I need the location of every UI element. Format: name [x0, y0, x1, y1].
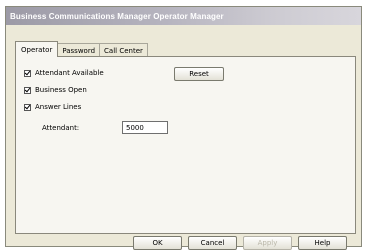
business-open-row[interactable]: Business Open — [24, 86, 87, 94]
attendant-label: Attendant: — [42, 124, 80, 132]
attendant-input[interactable]: 5000 — [122, 121, 168, 134]
attendant-available-row[interactable]: Attendant Available — [24, 69, 104, 77]
tab-strip: Operator Password Call Center — [15, 41, 148, 57]
attendant-available-label: Attendant Available — [35, 69, 104, 77]
business-open-label: Business Open — [35, 86, 87, 94]
business-open-checkbox[interactable] — [24, 86, 31, 94]
tab-operator[interactable]: Operator — [15, 41, 59, 57]
ok-button[interactable]: OK — [133, 236, 182, 250]
apply-button: Apply — [243, 236, 292, 250]
cancel-button[interactable]: Cancel — [188, 236, 237, 250]
attendant-available-checkbox[interactable] — [24, 69, 31, 77]
answer-lines-row[interactable]: Answer Lines — [24, 103, 81, 111]
help-button[interactable]: Help — [298, 236, 347, 250]
tab-password[interactable]: Password — [57, 43, 101, 57]
tab-call-center[interactable]: Call Center — [99, 43, 148, 57]
reset-button[interactable]: Reset — [174, 67, 224, 81]
title-bar: Business Communications Manager Operator… — [6, 7, 361, 25]
operator-manager-dialog: Business Communications Manager Operator… — [5, 6, 362, 250]
answer-lines-label: Answer Lines — [35, 103, 82, 111]
window-title: Business Communications Manager Operator… — [10, 11, 224, 21]
operator-panel: Attendant Available Business Open Answer… — [15, 56, 356, 234]
answer-lines-checkbox[interactable] — [24, 103, 31, 111]
